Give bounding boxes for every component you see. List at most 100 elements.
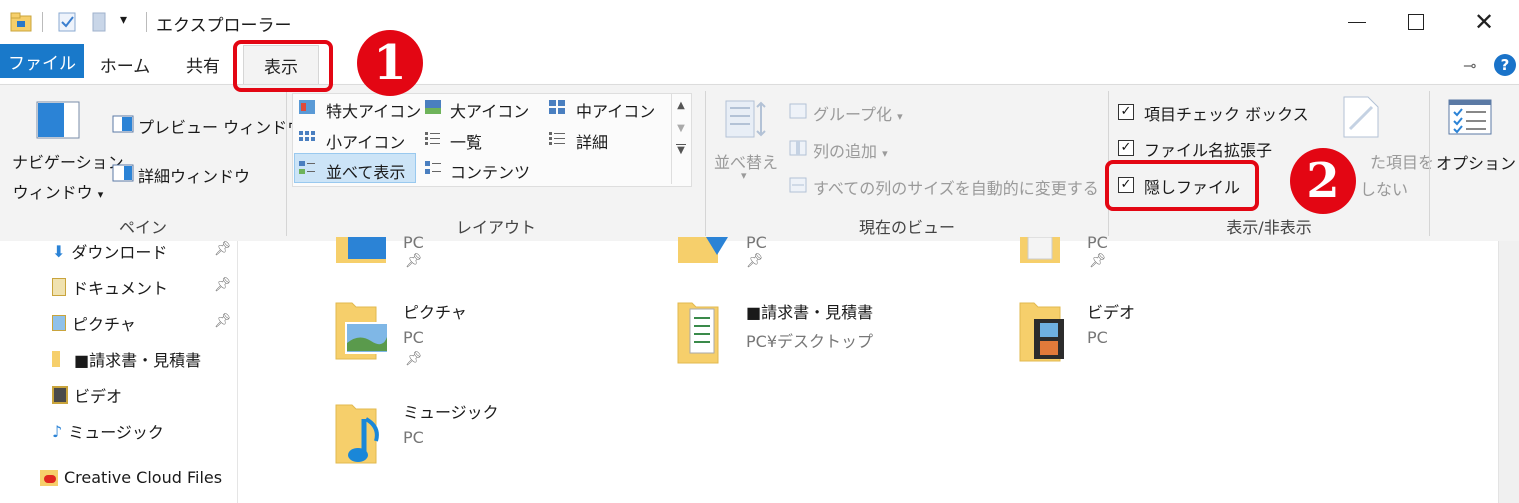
toolbar-separator bbox=[42, 12, 43, 32]
layout-large-icons[interactable]: 大アイコン bbox=[450, 98, 529, 122]
nav-item-documents[interactable]: ドキュメント bbox=[52, 275, 168, 299]
pin-icon[interactable]: 📌︎ bbox=[214, 313, 232, 329]
document-icon bbox=[52, 278, 66, 296]
preview-pane-icon bbox=[112, 115, 134, 133]
tile-sub: PC bbox=[403, 233, 424, 252]
navigation-pane-icon bbox=[36, 101, 80, 139]
gallery-scroll: ▲ ▼ ▼ bbox=[671, 94, 690, 184]
pictures-icon bbox=[52, 315, 66, 331]
sort-by-chevron-icon: ▾ bbox=[741, 169, 747, 182]
maximize-button[interactable] bbox=[1386, 0, 1446, 44]
ribbon-panel: ナビゲーション ウィンドウ ▾ プレビュー ウィンドウ 詳細ウィンドウ ペイン … bbox=[0, 84, 1519, 242]
layout-list[interactable]: 一覧 bbox=[450, 129, 482, 153]
tile-sub: PC¥デスクトップ bbox=[746, 332, 874, 351]
layout-medium-icons[interactable]: 中アイコン bbox=[576, 98, 655, 122]
hide-selected-items-label-2[interactable]: しない bbox=[1360, 176, 1408, 200]
tab-share[interactable]: 共有 bbox=[172, 47, 234, 81]
nav-item-music[interactable]: ♪ ミュージック bbox=[52, 419, 164, 443]
new-folder-icon[interactable] bbox=[90, 12, 108, 32]
nav-item-label: ピクチャ bbox=[72, 315, 136, 334]
music-note-icon: ♪ bbox=[52, 421, 63, 441]
group-by-button[interactable]: グループ化 ▾ bbox=[813, 101, 903, 125]
tile-sub: PC bbox=[403, 328, 424, 347]
tab-home[interactable]: ホーム bbox=[92, 47, 158, 81]
pin-icon[interactable]: 📌︎ bbox=[214, 241, 232, 257]
folder-icon[interactable] bbox=[678, 237, 738, 267]
layout-details[interactable]: 詳細 bbox=[576, 129, 608, 153]
tile-name[interactable]: ピクチャ bbox=[403, 299, 467, 323]
pin-icon: 📌︎ bbox=[746, 253, 764, 269]
navigation-pane-button[interactable]: ナビゲーション ウィンドウ ▾ bbox=[12, 149, 124, 203]
navigation-pane-label-2: ウィンドウ bbox=[12, 183, 93, 202]
tile-sub: PC bbox=[746, 233, 767, 252]
layout-extra-large-icons[interactable]: 特大アイコン bbox=[326, 98, 421, 122]
gallery-down-icon[interactable]: ▼ bbox=[672, 123, 690, 134]
options-button[interactable]: オプション bbox=[1436, 150, 1516, 174]
maximize-icon bbox=[1408, 14, 1424, 30]
properties-icon[interactable] bbox=[58, 12, 76, 32]
nav-item-invoices[interactable]: ■請求書・見積書 bbox=[52, 347, 201, 371]
add-columns-button[interactable]: 列の追加 ▾ bbox=[813, 138, 888, 162]
large-icons-icon bbox=[425, 100, 441, 114]
list-icon bbox=[425, 132, 440, 145]
group-label-layout: レイアウト bbox=[455, 218, 536, 237]
group-by-icon bbox=[789, 103, 807, 119]
tile-name[interactable]: ミュージック bbox=[403, 399, 499, 423]
navigation-pane-label: ナビゲーション bbox=[12, 153, 124, 172]
folder-icon[interactable] bbox=[334, 237, 394, 267]
details-pane-icon bbox=[112, 164, 134, 182]
file-view: PC 📌︎ PC 📌︎ PC 📌︎ ピクチャ PC 📌︎ ■請求書・見積書 PC… bbox=[238, 233, 1498, 503]
tiles-icon bbox=[299, 161, 315, 174]
hide-selected-items-label-1[interactable]: た項目を bbox=[1370, 149, 1434, 173]
document-folder-icon[interactable] bbox=[1020, 237, 1060, 267]
title-bar: ▾ エクスプローラー ✕ bbox=[0, 0, 1519, 44]
nav-item-videos[interactable]: ビデオ bbox=[52, 383, 122, 407]
layout-small-icons[interactable]: 小アイコン bbox=[326, 129, 405, 153]
item-checkboxes-checkbox[interactable]: ✓ bbox=[1118, 104, 1134, 120]
videos-folder-icon[interactable] bbox=[1018, 299, 1068, 365]
nav-item-downloads[interactable]: ⬇ ダウンロード bbox=[52, 239, 167, 263]
tile-sub: PC bbox=[403, 428, 424, 447]
preview-pane-button[interactable]: プレビュー ウィンドウ bbox=[138, 114, 303, 138]
nav-item-pictures[interactable]: ピクチャ bbox=[52, 311, 136, 335]
options-icon bbox=[1448, 99, 1492, 135]
pin-icon: 📌︎ bbox=[405, 253, 423, 269]
gallery-expand-icon[interactable]: ▼ bbox=[676, 144, 686, 156]
nav-item-label: ミュージック bbox=[68, 423, 164, 442]
folder-icon bbox=[52, 351, 60, 367]
tab-file[interactable]: ファイル bbox=[0, 44, 84, 78]
video-icon bbox=[52, 386, 68, 404]
pin-ribbon-icon[interactable]: ⊸ bbox=[1463, 56, 1476, 75]
documents-folder-icon[interactable] bbox=[676, 299, 726, 367]
item-checkboxes-label: 項目チェック ボックス bbox=[1144, 105, 1309, 124]
tile-sub: PC bbox=[1087, 328, 1108, 347]
pin-icon: 📌︎ bbox=[405, 351, 423, 367]
gallery-up-icon[interactable]: ▲ bbox=[672, 100, 690, 111]
tile-name[interactable]: ■請求書・見積書 bbox=[746, 299, 873, 323]
details-pane-button[interactable]: 詳細ウィンドウ bbox=[138, 163, 250, 187]
minimize-button[interactable] bbox=[1327, 0, 1387, 44]
nav-item-label: ダウンロード bbox=[71, 243, 168, 262]
close-button[interactable]: ✕ bbox=[1454, 0, 1514, 44]
layout-content[interactable]: コンテンツ bbox=[450, 159, 530, 183]
file-extensions-label: ファイル名拡張子 bbox=[1144, 141, 1273, 160]
file-extensions-checkbox[interactable]: ✓ bbox=[1118, 140, 1134, 156]
music-folder-icon[interactable] bbox=[334, 401, 390, 467]
highlight-view-tab bbox=[233, 40, 333, 92]
extra-large-icons-icon bbox=[299, 100, 315, 114]
medium-icons-icon bbox=[549, 100, 565, 114]
vertical-scrollbar[interactable] bbox=[1498, 241, 1519, 503]
highlight-hidden-items bbox=[1105, 160, 1259, 211]
add-columns-icon bbox=[789, 140, 807, 156]
nav-item-creative-cloud[interactable]: Creative Cloud Files bbox=[40, 468, 222, 487]
help-icon[interactable]: ? bbox=[1494, 54, 1516, 76]
download-arrow-icon: ⬇ bbox=[52, 241, 66, 261]
layout-tiles[interactable]: 並べて表示 bbox=[326, 159, 405, 183]
pictures-folder-icon[interactable] bbox=[334, 299, 390, 363]
group-label-pane: ペイン bbox=[118, 218, 167, 237]
tile-name[interactable]: ビデオ bbox=[1087, 299, 1135, 323]
pin-icon[interactable]: 📌︎ bbox=[214, 277, 232, 293]
size-all-columns-button[interactable]: すべての列のサイズを自動的に変更する bbox=[813, 175, 1099, 199]
nav-item-label: ■請求書・見積書 bbox=[74, 351, 202, 370]
customize-toolbar-chevron-icon[interactable]: ▾ bbox=[120, 12, 127, 28]
